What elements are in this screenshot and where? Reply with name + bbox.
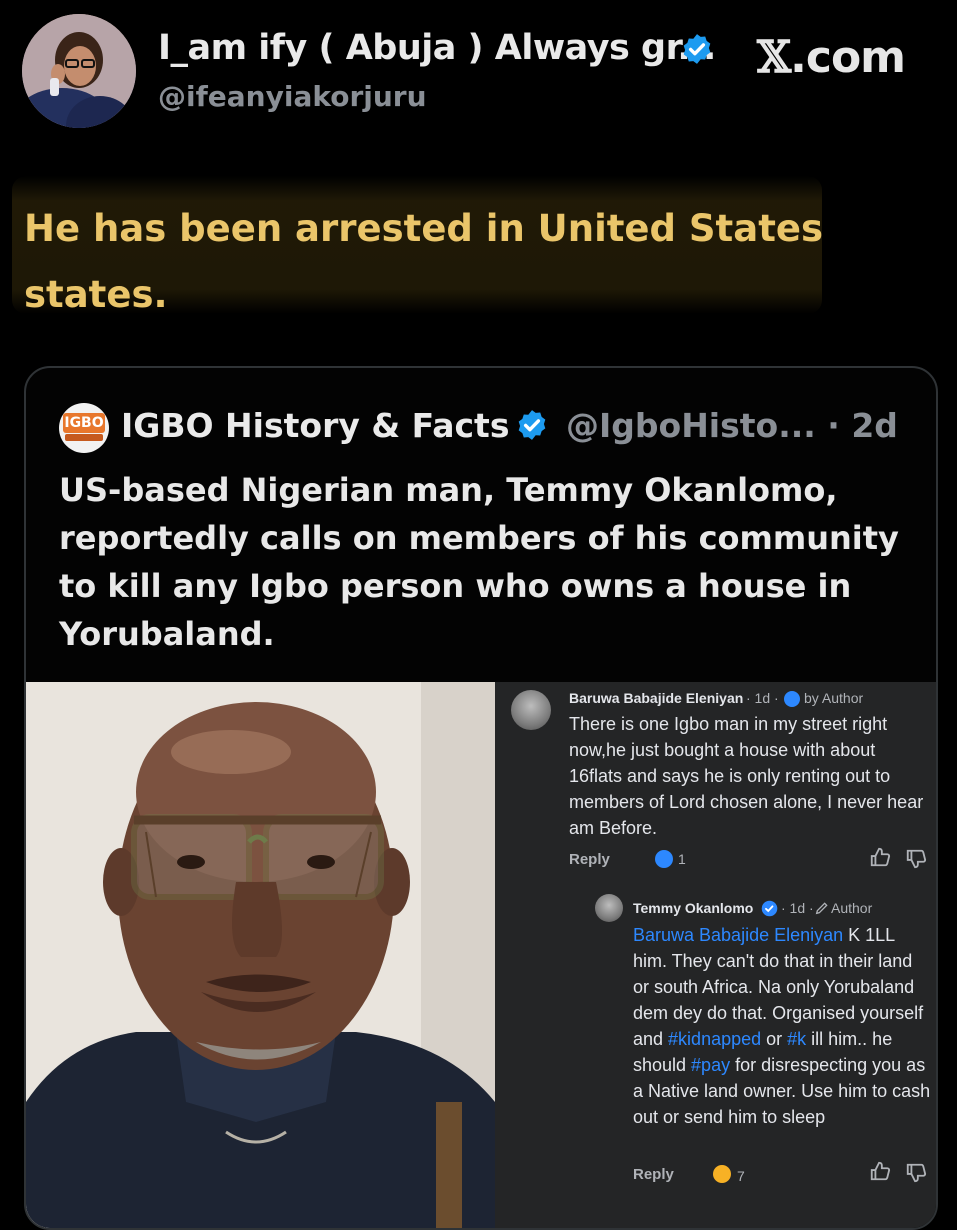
quoted-author-handle-time[interactable]: @IgboHisto... · 2d: [566, 406, 898, 445]
author-badge-icon: [784, 691, 800, 707]
author-avatar[interactable]: [22, 14, 136, 128]
thumbs-up-icon[interactable]: [869, 846, 891, 868]
portrait-photo: [26, 682, 495, 1228]
hashtag-link[interactable]: #pay: [691, 1055, 730, 1075]
x-logo-icon: 𝕏: [757, 32, 791, 83]
comment-body: Baruwa Babajide Eleniyan K 1LL him. They…: [633, 922, 933, 1130]
author-display-name[interactable]: I_am ify ( Abuja ) Always gr...: [158, 28, 716, 68]
comment-author-badge: Author: [831, 900, 873, 916]
comment-text: or: [761, 1029, 788, 1049]
thumbs-up-icon[interactable]: [869, 1160, 891, 1182]
mention-link[interactable]: Baruwa Babajide Eleniyan: [633, 925, 843, 945]
quoted-post-text: US-based Nigerian man, Temmy Okanlomo, r…: [59, 471, 899, 653]
hashtag-link[interactable]: #kidnapped: [668, 1029, 761, 1049]
post-header: I_am ify ( Abuja ) Always gr... @ifeanyi…: [0, 0, 957, 150]
brand-suffix: .com: [790, 32, 906, 83]
reaction-count: 1: [678, 851, 686, 867]
commenter-avatar: [595, 894, 623, 922]
reaction-count: 7: [737, 1168, 745, 1184]
comment-time: · 1d ·: [781, 900, 814, 916]
comment-screenshot[interactable]: Baruwa Babajide Eleniyan · 1d · by Autho…: [495, 682, 936, 1228]
reply-button[interactable]: Reply: [569, 851, 610, 868]
comment-author-badge: by Author: [804, 690, 864, 706]
thumbs-down-icon[interactable]: [905, 1162, 927, 1184]
hashtag-link[interactable]: #k: [787, 1029, 806, 1049]
quoted-post-card[interactable]: IGBO IGBO History & Facts @IgboHisto... …: [24, 366, 938, 1230]
post-text: He has been arrested in United States st…: [24, 207, 824, 316]
logo-bar: [65, 434, 103, 441]
x-brand-logo: 𝕏.com: [757, 32, 906, 83]
comment-author-name[interactable]: Temmy Okanlomo: [633, 900, 753, 916]
comment-time: · 1d ·: [746, 690, 779, 706]
verified-badge-icon: [518, 410, 546, 440]
reply-button[interactable]: Reply: [633, 1166, 674, 1183]
quoted-author-name[interactable]: IGBO History & Facts: [121, 406, 509, 445]
comment-author-name[interactable]: Baruwa Babajide Eleniyan: [569, 690, 743, 706]
quoted-author-logo[interactable]: IGBO: [59, 403, 109, 453]
like-reaction-icon: [655, 850, 673, 868]
commenter-avatar: [511, 690, 551, 730]
logo-text: IGBO: [63, 413, 105, 433]
author-handle[interactable]: @ifeanyiakorjuru: [158, 80, 427, 113]
verified-badge-icon: [683, 34, 711, 64]
thumbs-down-icon[interactable]: [905, 848, 927, 870]
pencil-icon: [815, 902, 828, 915]
comment-body: There is one Igbo man in my street right…: [569, 714, 924, 838]
haha-reaction-icon: [713, 1165, 731, 1183]
media-photo[interactable]: [26, 682, 495, 1228]
verified-badge-icon: [761, 900, 778, 917]
